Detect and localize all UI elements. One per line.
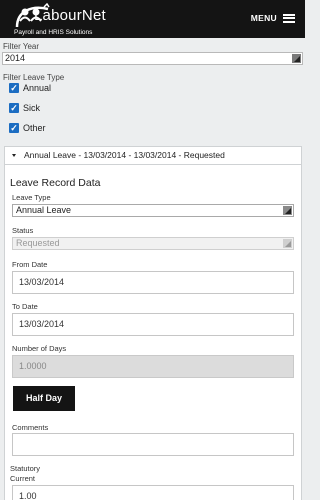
comments-label: Comments xyxy=(12,423,49,432)
to-date-value: 13/03/2014 xyxy=(19,319,65,329)
status-field-label: Status xyxy=(12,226,34,235)
status-select: Requested xyxy=(12,237,294,250)
menu-button[interactable]: MENU xyxy=(251,13,295,23)
checkbox-checked-icon[interactable]: ✓ xyxy=(9,123,19,133)
current-label: Current xyxy=(10,474,36,483)
menu-label: MENU xyxy=(250,13,277,23)
filter-year-label: Filter Year xyxy=(3,42,40,51)
app-header: LabourNet Payroll and HRIS Solutions MEN… xyxy=(0,0,305,38)
from-date-input[interactable]: 13/03/2014 xyxy=(12,271,294,294)
leave-type-sick[interactable]: ✓ Sick xyxy=(9,102,40,114)
leave-record-title: Leave Record Data xyxy=(10,177,101,189)
dropdown-arrow-icon xyxy=(292,54,301,63)
leave-record-panel: Annual Leave - 13/03/2014 - 13/03/2014 -… xyxy=(4,146,302,500)
brand-tagline: Payroll and HRIS Solutions xyxy=(14,29,93,36)
from-date-value: 13/03/2014 xyxy=(19,277,65,287)
leave-type-annual[interactable]: ✓ Annual xyxy=(9,82,51,94)
from-date-label: From Date xyxy=(12,260,48,269)
leave-record-summary: Annual Leave - 13/03/2014 - 13/03/2014 -… xyxy=(24,150,225,160)
checkbox-checked-icon[interactable]: ✓ xyxy=(9,83,19,93)
to-date-label: To Date xyxy=(12,302,38,311)
leave-type-other[interactable]: ✓ Other xyxy=(9,122,46,134)
current-input[interactable]: 1.00 xyxy=(12,485,294,500)
dropdown-arrow-icon xyxy=(283,239,292,248)
number-of-days-input: 1.0000 xyxy=(12,355,294,378)
to-date-input[interactable]: 13/03/2014 xyxy=(12,313,294,336)
status-select-value: Requested xyxy=(16,238,60,248)
filter-leave-type-label: Filter Leave Type xyxy=(3,73,65,82)
statutory-label: Statutory xyxy=(10,464,41,473)
leave-type-select-value: Annual Leave xyxy=(16,205,72,215)
filter-year-value: 2014 xyxy=(5,53,26,63)
comments-input[interactable] xyxy=(12,433,294,456)
leave-type-sick-label: Sick xyxy=(23,103,41,113)
number-of-days-value: 1.0000 xyxy=(19,361,47,371)
labournet-logo[interactable]: LabourNet Payroll and HRIS Solutions xyxy=(14,1,124,37)
brand-name: LabourNet xyxy=(34,7,106,24)
caret-down-icon xyxy=(12,154,16,157)
current-value: 1.00 xyxy=(19,491,37,500)
leave-type-other-label: Other xyxy=(23,123,46,133)
leave-type-field-label: Leave Type xyxy=(12,193,51,202)
number-of-days-label: Number of Days xyxy=(12,344,67,353)
leave-type-select[interactable]: Annual Leave xyxy=(12,204,294,217)
dropdown-arrow-icon xyxy=(283,206,292,215)
leave-type-annual-label: Annual xyxy=(23,83,52,93)
leave-record-collapsible-header[interactable]: Annual Leave - 13/03/2014 - 13/03/2014 -… xyxy=(5,147,301,165)
checkbox-checked-icon[interactable]: ✓ xyxy=(9,103,19,113)
filter-year-select[interactable]: 2014 xyxy=(2,52,303,65)
hamburger-icon xyxy=(283,13,295,23)
half-day-button[interactable]: Half Day xyxy=(13,386,75,411)
